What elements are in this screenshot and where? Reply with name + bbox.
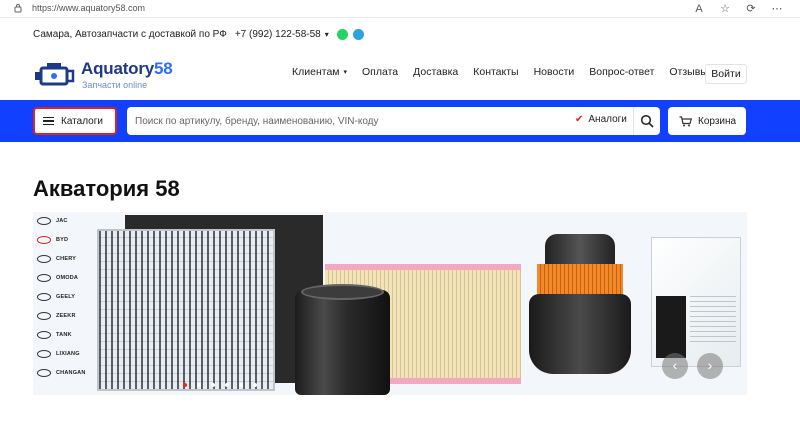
search-divider [633, 107, 634, 135]
catalogs-button[interactable]: Каталоги [33, 107, 117, 135]
url-field[interactable]: https://www.aquatory58.com [32, 3, 145, 13]
nav-item-reviews[interactable]: Отзывы [669, 66, 707, 78]
extensions-icon[interactable]: ⟳ [744, 2, 758, 16]
brand-logo-icon [37, 217, 51, 225]
cart-button[interactable]: Корзина [668, 107, 746, 135]
brand-logo-icon [37, 350, 51, 358]
brand-item: CHANGAN [37, 364, 97, 382]
brand-logo-icon [37, 236, 51, 244]
chevron-down-icon: ▾ [343, 69, 348, 76]
brand-logo-icon [37, 293, 51, 301]
search-input[interactable] [135, 111, 555, 131]
slider-dot[interactable] [253, 383, 257, 387]
search-box: ✔ Аналоги [127, 107, 660, 135]
lock-icon [14, 4, 22, 13]
slider-dot[interactable] [211, 383, 215, 387]
brand-item: GEELY [37, 288, 97, 306]
phone-number: +7 (992) 122-58-58 [234, 28, 321, 40]
cabin-filter-image [97, 229, 275, 391]
favorite-star-icon[interactable]: ☆ [718, 2, 732, 16]
top-info-line: Самара, Автозапчасти с доставкой по РФ +… [33, 27, 364, 41]
brand-logo-icon [37, 255, 51, 263]
slider-prev-button[interactable]: ‹ [662, 353, 688, 379]
cart-label: Корзина [698, 115, 737, 127]
brand-list: JAC BYD CHERY OMODA GEELY ZEEKR TANK LIX… [33, 212, 97, 395]
brand-item: ZEEKR [37, 307, 97, 325]
slider-dot[interactable] [225, 383, 229, 387]
brand-item: JAC [37, 212, 97, 230]
nav-item-delivery[interactable]: Доставка [413, 66, 458, 78]
whatsapp-icon[interactable] [336, 28, 348, 40]
brand-logo-icon [37, 274, 51, 282]
page-title: Акватория 58 [33, 176, 180, 201]
brand-logo-icon [37, 312, 51, 320]
brand-logo-icon [37, 331, 51, 339]
nav-item-payment[interactable]: Оплата [362, 66, 398, 78]
site-logo[interactable]: Aquatory58 Запчасти online [33, 58, 193, 92]
chevron-down-icon: ▾ [324, 29, 329, 39]
catalogs-label: Каталоги [61, 115, 103, 127]
telegram-icon[interactable] [352, 28, 364, 40]
browser-address-bar: https://www.aquatory58.com A ☆ ⟳ ⋯ [0, 0, 800, 18]
oil-filter-cartridge-image [525, 234, 635, 374]
brand-logo-icon [37, 369, 51, 377]
nav-item-clients[interactable]: Клиентам ▾ [292, 66, 347, 78]
brand-item: CHERY [37, 250, 97, 268]
nav-item-contacts[interactable]: Контакты [473, 66, 518, 78]
slider-dots [183, 383, 267, 387]
engine-logo-icon [35, 63, 75, 86]
nav-item-news[interactable]: Новости [534, 66, 575, 78]
promo-banner[interactable]: JAC BYD CHERY OMODA GEELY ZEEKR TANK LIX… [33, 212, 747, 395]
logo-tagline: Запчасти online [82, 80, 148, 90]
login-button[interactable]: Войти [705, 64, 747, 84]
filter-box-image [651, 237, 741, 367]
main-nav: Клиентам ▾ Оплата Доставка Контакты Новос… [292, 66, 723, 78]
nav-item-faq[interactable]: Вопрос-ответ [589, 66, 654, 78]
slider-dot[interactable] [239, 383, 243, 387]
brand-item: LIXIANG [37, 345, 97, 363]
logo-name: Aquatory58 [81, 59, 173, 78]
more-options-icon[interactable]: ⋯ [770, 2, 784, 16]
phone-dropdown[interactable]: +7 (992) 122-58-58 ▾ [235, 29, 329, 40]
analogs-toggle[interactable]: ✔ Аналоги [575, 114, 627, 125]
brand-item: OMODA [37, 269, 97, 287]
brand-item: BYD [37, 231, 97, 249]
check-icon: ✔ [575, 114, 584, 125]
search-icon[interactable] [640, 114, 654, 128]
menu-icon [43, 116, 54, 126]
slider-dot[interactable] [197, 383, 201, 387]
location-text: Самара, Автозапчасти с доставкой по РФ [33, 28, 227, 40]
read-aloud-icon[interactable]: A [692, 2, 706, 16]
brand-item: TANK [37, 326, 97, 344]
slider-dot[interactable] [183, 383, 187, 387]
slider-next-button[interactable]: › [697, 353, 723, 379]
cart-icon [679, 115, 692, 126]
oil-filter-image [295, 284, 390, 395]
analogs-label: Аналоги [588, 114, 627, 125]
